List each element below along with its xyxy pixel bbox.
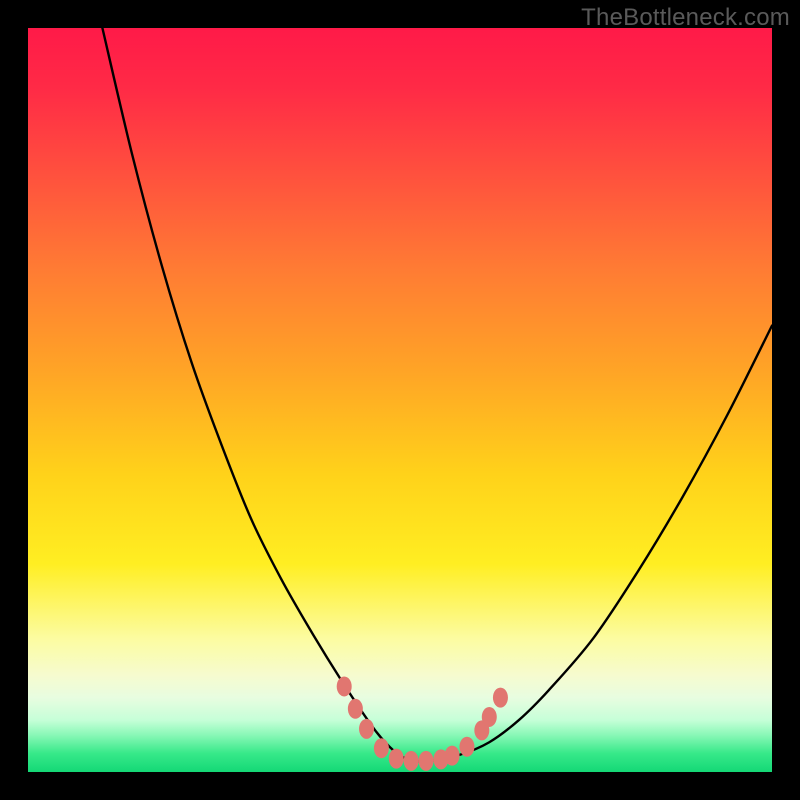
watermark-text: TheBottleneck.com [581, 4, 790, 32]
outer-frame: TheBottleneck.com [0, 0, 800, 800]
curve-marker [389, 749, 404, 769]
curve-marker [482, 707, 497, 727]
curve-marker [445, 746, 460, 766]
curve-marker [493, 688, 508, 708]
curve-marker [337, 676, 352, 696]
chart-svg [28, 28, 772, 772]
curve-marker [348, 699, 363, 719]
plot-area [28, 28, 772, 772]
curve-markers [337, 676, 508, 770]
curve-marker [459, 737, 474, 757]
curve-marker [419, 751, 434, 771]
curve-marker [374, 738, 389, 758]
curve-marker [404, 751, 419, 771]
curve-marker [359, 719, 374, 739]
bottleneck-curve [102, 28, 772, 762]
